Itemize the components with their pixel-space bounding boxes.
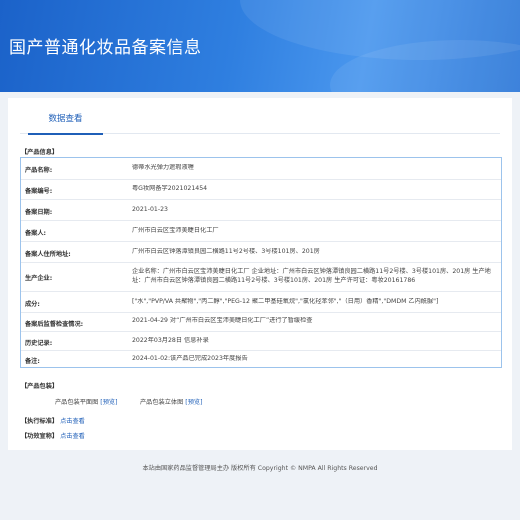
packaging-3d-preview-link[interactable]: [预览] [185,399,202,406]
footer-copyright: 本站由国家药品监督管理局主办 版权所有 Copyright © NMPA All… [142,465,378,472]
standard-row: 【执行标准】 点击查看 [21,416,85,425]
row-value: 德蒂水光弹力遮瑕液喱 [132,164,194,171]
row-value: 2021-04-29 对“广州市白云区宝沛美睫日化工厂”进行了暂缓检查 [132,317,313,324]
table-row: 历史记录: 2022年03月28日 信息补录 [21,331,501,350]
row-key: 生产企业: [25,275,53,282]
efficacy-view-link[interactable]: 点击查看 [60,433,85,440]
content-card: 数据查看 【产品信息】 产品名称: 德蒂水光弹力遮瑕液喱 备案编号: 粤G妆网备… [8,98,512,450]
row-key: 备案人住所地址: [25,251,71,258]
table-row: 生产企业: 企业名称：广州市白云区宝沛美睫日化工厂 企业地址：广州市白云区钟落潭… [21,262,501,291]
row-value: 广州市白云区宝沛美睫日化工厂 [132,227,219,234]
page-title: 国产普通化妆品备案信息 [9,38,202,58]
product-info-label: 【产品信息】 [21,149,59,156]
row-value: 广州市白云区钟落潭镇良园二横路11号2号楼、3号楼101房、201房 [132,248,320,255]
table-row: 产品名称: 德蒂水光弹力遮瑕液喱 [21,158,501,179]
packaging-flat-item: 产品包装平面图 [预览] [55,397,117,406]
row-key: 备案人: [25,230,47,237]
row-key: 备注: [25,358,40,365]
row-value: ["水","PVP/VA 共聚物","丙二醇","PEG-12 聚二甲基硅氧烷"… [132,298,439,305]
standard-view-link[interactable]: 点击查看 [60,418,85,425]
packaging-flat-label: 产品包装平面图 [55,399,99,406]
table-row: 备注: 2024-01-02:该产品已完成2023年度报告 [21,350,501,367]
product-info-table: 产品名称: 德蒂水光弹力遮瑕液喱 备案编号: 粤G妆网备字2021021454 … [20,157,502,368]
efficacy-row: 【功效宣称】 点击查看 [21,431,85,440]
header-banner: 国产普通化妆品备案信息 [0,0,520,92]
row-key: 成分: [25,301,40,308]
tab-data-view[interactable]: 数据查看 [28,112,103,135]
row-value: 2024-01-02:该产品已完成2023年度报告 [132,355,248,362]
packaging-3d-item: 产品包装立体图 [预览] [140,397,202,406]
row-value: 企业名称：广州市白云区宝沛美睫日化工厂 企业地址：广州市白云区钟落潭镇良园二横路… [132,268,491,284]
row-key: 历史记录: [25,340,53,347]
row-key: 产品名称: [25,167,53,174]
row-value: 2021-01-23 [132,206,168,213]
table-row: 备案编号: 粤G妆网备字2021021454 [21,179,501,199]
table-row: 备案人: 广州市白云区宝沛美睫日化工厂 [21,220,501,241]
row-key: 备案日期: [25,209,53,216]
tab-bar: 数据查看 [20,112,500,135]
row-value: 2022年03月28日 信息补录 [132,337,209,344]
table-row: 备案后监督检查情况: 2021-04-29 对“广州市白云区宝沛美睫日化工厂”进… [21,312,501,331]
standard-label: 【执行标准】 [21,418,59,425]
table-row: 备案人住所地址: 广州市白云区钟落潭镇良园二横路11号2号楼、3号楼101房、2… [21,241,501,262]
table-row: 成分: ["水","PVP/VA 共聚物","丙二醇","PEG-12 聚二甲基… [21,291,501,312]
row-key: 备案后监督检查情况: [25,321,84,328]
packaging-label: 【产品包装】 [21,383,59,390]
row-key: 备案编号: [25,188,53,195]
table-row: 备案日期: 2021-01-23 [21,199,501,220]
packaging-3d-label: 产品包装立体图 [140,399,184,406]
row-value: 粤G妆网备字2021021454 [132,185,208,192]
efficacy-label: 【功效宣称】 [21,433,59,440]
packaging-flat-preview-link[interactable]: [预览] [100,399,117,406]
